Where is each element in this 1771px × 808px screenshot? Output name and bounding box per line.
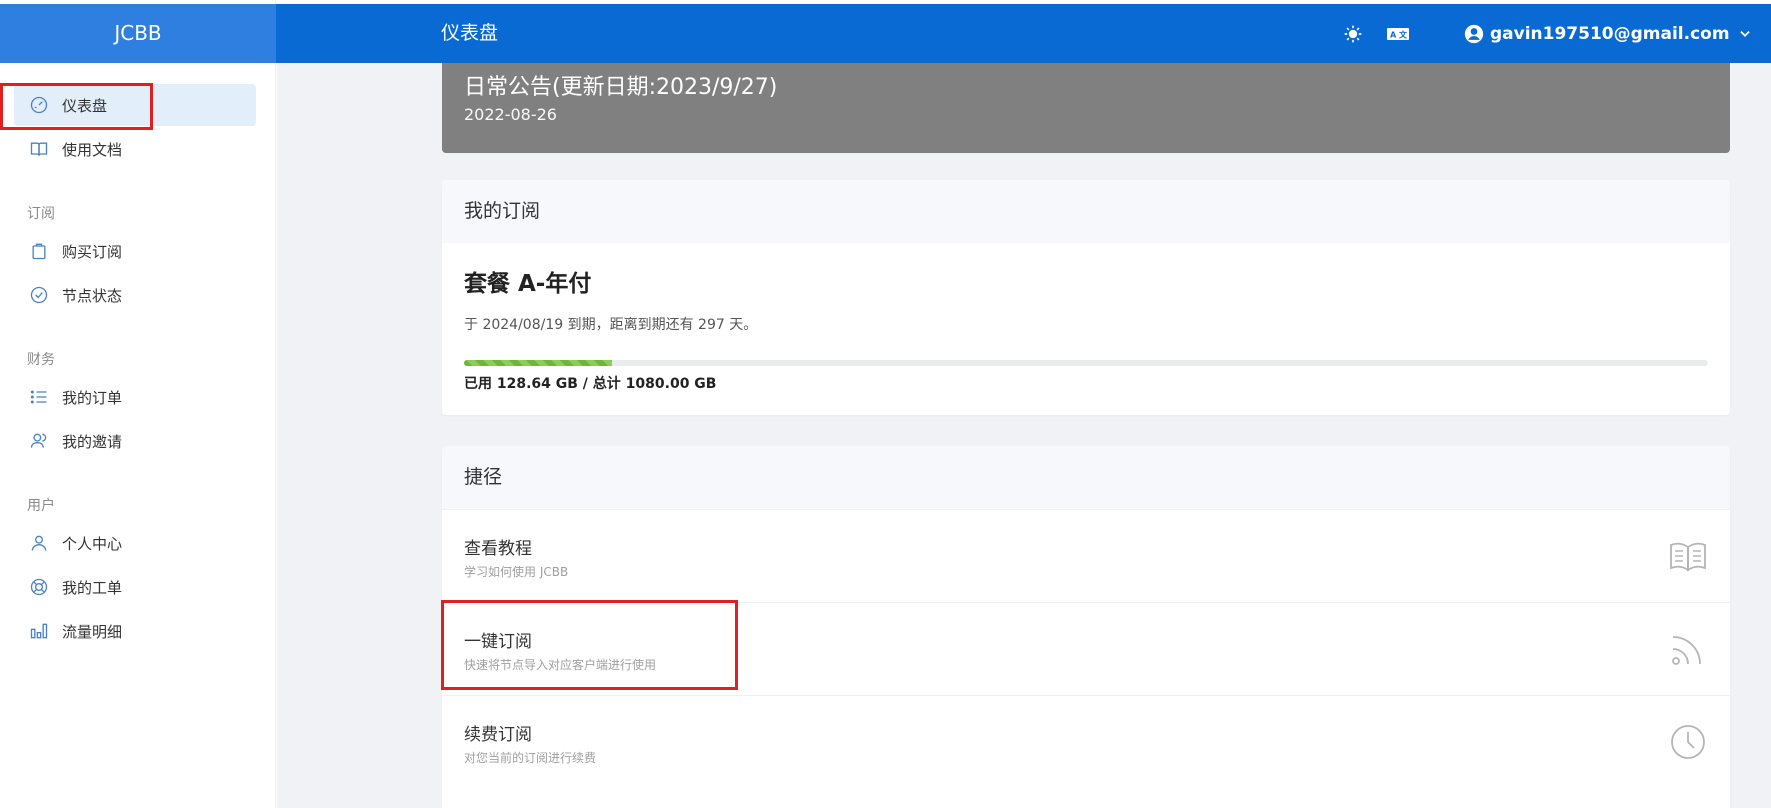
svg-text:文: 文 <box>1399 30 1408 40</box>
sun-icon[interactable] <box>1342 24 1364 44</box>
shortcut-desc: 对您当前的订阅进行续费 <box>464 751 597 765</box>
notice-banner[interactable]: 日常公告(更新日期:2023/9/27) 2022-08-26 <box>442 63 1730 153</box>
book-open-icon <box>1668 536 1708 576</box>
shortcut-title: 一键订阅 <box>464 632 532 652</box>
sidebar-item-label: 流量明细 <box>62 622 123 641</box>
user-email: gavin197510@gmail.com <box>1490 23 1730 44</box>
usage-text: 已用 128.64 GB / 总计 1080.00 GB <box>464 376 717 392</box>
section-label-finance: 财务 <box>27 352 55 368</box>
notice-title: 日常公告(更新日期:2023/9/27) <box>464 75 778 100</box>
sidebar-item-dashboard[interactable]: 仪表盘 <box>14 84 256 126</box>
translate-icon[interactable]: A文 <box>1386 24 1409 44</box>
subscription-card: 我的订阅 套餐 A-年付 于 2024/08/19 到期，距离到期还有 297 … <box>442 180 1730 415</box>
sidebar-item-docs[interactable]: 使用文档 <box>14 128 256 170</box>
list-icon <box>28 386 50 408</box>
shortcuts-card: 捷径 查看教程 学习如何使用 JCBB 一键订阅 快速将节点导入对应客户端进行使… <box>442 446 1730 808</box>
shortcut-one-click-subscribe[interactable]: 一键订阅 快速将节点导入对应客户端进行使用 <box>442 602 1730 695</box>
sidebar-item-label: 我的邀请 <box>62 432 123 451</box>
bar-chart-icon <box>28 620 50 642</box>
sidebar-item-label: 使用文档 <box>62 140 123 159</box>
support-icon <box>28 576 50 598</box>
sidebar-item-orders[interactable]: 我的订单 <box>14 376 256 418</box>
notice-date: 2022-08-26 <box>464 105 557 124</box>
sidebar-item-label: 仪表盘 <box>62 96 108 115</box>
shortcut-desc: 快速将节点导入对应客户端进行使用 <box>464 658 657 672</box>
top-bar: 仪表盘 A文 gavin197510@gmail.com <box>276 4 1771 63</box>
check-circle-icon <box>28 284 50 306</box>
brand-logo[interactable]: JCBB <box>0 4 276 63</box>
section-label-subscription: 订阅 <box>27 206 55 222</box>
sidebar-item-label: 个人中心 <box>62 534 123 553</box>
sidebar-item-profile[interactable]: 个人中心 <box>14 522 256 564</box>
user-icon <box>28 532 50 554</box>
plan-name: 套餐 A-年付 <box>464 271 592 297</box>
svg-text:A: A <box>1390 31 1397 40</box>
sidebar-item-label: 节点状态 <box>62 286 123 305</box>
sidebar-item-buy-subscription[interactable]: 购买订阅 <box>14 230 256 272</box>
sidebar-item-node-status[interactable]: 节点状态 <box>14 274 256 316</box>
user-menu[interactable]: gavin197510@gmail.com <box>1464 4 1752 63</box>
page-title: 仪表盘 <box>441 22 499 44</box>
sidebar-item-tickets[interactable]: 我的工单 <box>14 566 256 608</box>
chevron-down-icon <box>1739 30 1750 37</box>
card-header: 我的订阅 <box>442 180 1730 243</box>
section-label-user: 用户 <box>27 498 55 514</box>
sidebar-item-label: 购买订阅 <box>62 242 123 261</box>
sidebar-item-label: 我的订单 <box>62 388 123 407</box>
shortcut-title: 查看教程 <box>464 539 532 559</box>
book-icon <box>28 138 50 160</box>
shortcut-renew[interactable]: 续费订阅 对您当前的订阅进行续费 <box>442 695 1730 788</box>
bag-icon <box>28 240 50 262</box>
sidebar-item-label: 我的工单 <box>62 578 123 597</box>
usage-progress-bar <box>464 360 1708 366</box>
shortcut-tutorial[interactable]: 查看教程 学习如何使用 JCBB <box>442 509 1730 602</box>
dashboard-icon <box>28 94 50 116</box>
usage-progress-fill <box>464 360 613 366</box>
users-icon <box>28 430 50 452</box>
clock-icon <box>1668 722 1708 762</box>
sidebar-item-traffic[interactable]: 流量明细 <box>14 610 256 652</box>
main-content: 日常公告(更新日期:2023/9/27) 2022-08-26 我的订阅 套餐 … <box>277 63 1771 808</box>
user-circle-icon <box>1464 24 1484 43</box>
shortcut-title: 续费订阅 <box>464 725 532 745</box>
shortcut-desc: 学习如何使用 JCBB <box>464 565 569 579</box>
sidebar-item-invites[interactable]: 我的邀请 <box>14 420 256 462</box>
sidebar: JCBB 仪表盘 使用文档 订阅 购买订阅 节点状态 财务 我的订单 我的邀请 … <box>0 0 276 808</box>
card-header: 捷径 <box>442 446 1730 509</box>
plan-expiry: 于 2024/08/19 到期，距离到期还有 297 天。 <box>464 317 758 333</box>
rss-icon <box>1668 629 1708 669</box>
